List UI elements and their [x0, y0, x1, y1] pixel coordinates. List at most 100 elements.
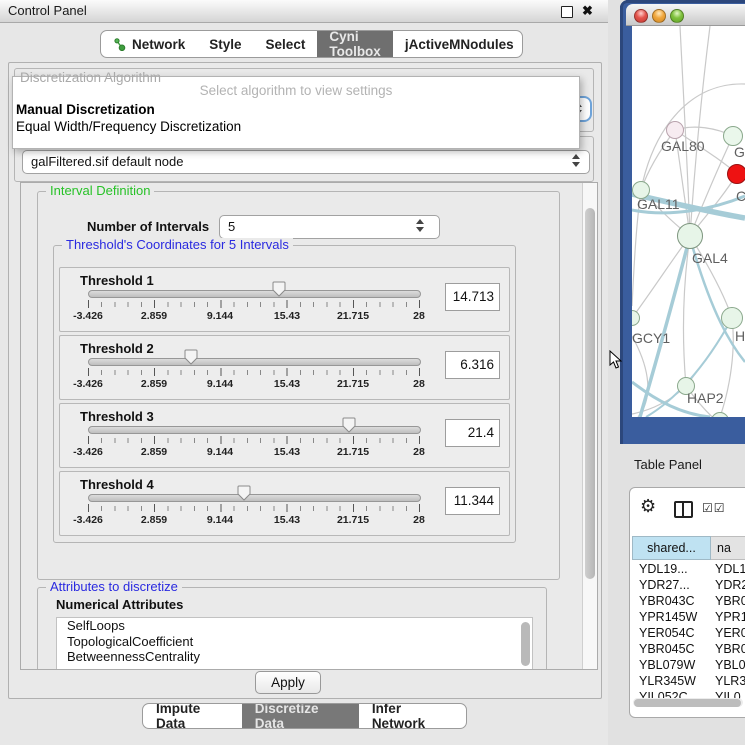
node-label-gcy1: GCY1: [632, 330, 670, 346]
checkbox-icons[interactable]: ☑☑: [702, 501, 726, 515]
tab-discretize-label: Discretize Data: [255, 703, 346, 729]
threshold-1-panel: Threshold 1 -3.426 2.859 9.144 15.43 21.…: [59, 267, 510, 332]
threshold-1-slider-track[interactable]: [88, 290, 421, 298]
tick-label: -3.426: [73, 310, 103, 322]
tick-label: 28: [413, 446, 425, 458]
number-of-intervals-combobox[interactable]: 5: [219, 215, 440, 239]
network-window-titlebar: [626, 4, 745, 26]
tab-style[interactable]: Style: [197, 31, 253, 57]
table-row[interactable]: YBR043CYBR0: [632, 593, 745, 609]
table-panel: ⚙ ☑☑ shared... na YDL19...YDL1 YDR27...Y…: [629, 487, 745, 718]
node-label-clipped: H: [735, 328, 745, 344]
network-edges: [632, 26, 745, 417]
table-row[interactable]: YLR345WYLR3: [632, 673, 745, 689]
tab-infer-network[interactable]: Infer Network: [359, 704, 466, 728]
close-traffic-light-icon[interactable]: [634, 9, 648, 23]
tick-label: 2.859: [141, 446, 167, 458]
cell: YBR0: [711, 593, 745, 609]
zoom-traffic-light-icon[interactable]: [670, 9, 684, 23]
list-item-selfloops[interactable]: SelfLoops: [57, 618, 532, 634]
threshold-3-panel: Threshold 3 -3.426 2.859 9.144 15.43 21.…: [59, 403, 510, 468]
threshold-3-slider-handle[interactable]: [342, 417, 356, 433]
table-row[interactable]: YDL19...YDL1: [632, 561, 745, 577]
table-row[interactable]: YPR145WYPR1: [632, 609, 745, 625]
dropdown-option-equal-width[interactable]: Equal Width/Frequency Discretization: [16, 119, 241, 134]
tick-label: -3.426: [73, 514, 103, 526]
threshold-4-slider-handle[interactable]: [237, 485, 251, 501]
threshold-4-value-field[interactable]: 11.344: [445, 487, 500, 515]
tab-cyni-toolbox[interactable]: Cyni Toolbox: [317, 31, 392, 57]
table-row[interactable]: YBR045CYBR0: [632, 641, 745, 657]
gear-icon[interactable]: ⚙: [640, 496, 656, 517]
tab-jactivemnodules[interactable]: jActiveMNodules: [393, 31, 523, 57]
network-canvas[interactable]: GAL80 GA C GAL11 GAL4 GCY1 H HAP2: [632, 26, 745, 417]
tick-label: 2.859: [141, 514, 167, 526]
cell: YPR145W: [632, 609, 711, 625]
cell: YER0: [711, 625, 745, 641]
panel-scrollbar-track[interactable]: [582, 183, 597, 669]
threshold-3-slider-track[interactable]: [88, 426, 421, 434]
header-cell-name[interactable]: na: [711, 536, 745, 560]
cell: YDR27...: [632, 577, 711, 593]
network-node-gal80[interactable]: [666, 121, 684, 139]
table-data-combobox[interactable]: galFiltered.sif default node: [22, 150, 590, 174]
panel-scrollbar-thumb[interactable]: [585, 208, 595, 579]
cell: YBR043C: [632, 593, 711, 609]
cell: YDL1: [711, 561, 745, 577]
tick-label: 15.43: [274, 446, 300, 458]
tick-label: 15.43: [274, 378, 300, 390]
tab-infer-label: Infer Network: [372, 703, 453, 729]
tab-select-label: Select: [266, 37, 306, 52]
network-node-selected-red[interactable]: [727, 164, 745, 184]
list-item-topologicalcoefficient[interactable]: TopologicalCoefficient: [57, 634, 532, 650]
network-node-gal4[interactable]: [677, 223, 703, 249]
tick-label: 28: [413, 310, 425, 322]
dropdown-option-manual[interactable]: Manual Discretization: [16, 102, 155, 117]
tab-network-label: Network: [132, 37, 185, 52]
table-row[interactable]: YDR27...YDR2: [632, 577, 745, 593]
network-edge: [632, 236, 690, 318]
table-header-row: shared... na: [632, 536, 745, 560]
table-horizontal-scrollbar[interactable]: [633, 698, 743, 707]
threshold-2-slider-track[interactable]: [88, 358, 421, 366]
numerical-attributes-list: SelfLoops TopologicalCoefficient Between…: [56, 617, 533, 670]
threshold-1-value-field[interactable]: 14.713: [445, 283, 500, 311]
threshold-1-slider-handle[interactable]: [272, 281, 286, 297]
minimize-traffic-light-icon[interactable]: [652, 9, 666, 23]
list-item-betweennesscentrality[interactable]: BetweennessCentrality: [57, 649, 532, 665]
slider-major-ticks: [88, 436, 421, 444]
cell: YBL0: [711, 657, 745, 673]
attributes-list-scrollbar[interactable]: [521, 622, 530, 666]
tab-select[interactable]: Select: [254, 31, 318, 57]
threshold-2-panel: Threshold 2 -3.426 2.859 9.144 15.43 21.…: [59, 335, 510, 400]
float-window-icon[interactable]: [561, 6, 573, 18]
tab-discretize-data[interactable]: Discretize Data: [242, 704, 359, 728]
network-node[interactable]: [721, 307, 743, 329]
cell: YLR3: [711, 673, 745, 689]
tick-label: 2.859: [141, 378, 167, 390]
tick-label: 2.859: [141, 310, 167, 322]
tick-label: 21.715: [337, 446, 369, 458]
algorithm-group-title: Discretization Algorithm: [20, 70, 161, 85]
threshold-2-slider-handle[interactable]: [184, 349, 198, 365]
close-icon[interactable]: ✖: [582, 3, 593, 19]
threshold-4-slider-track[interactable]: [88, 494, 421, 502]
tab-style-label: Style: [209, 37, 241, 52]
table-row[interactable]: YER054CYER0: [632, 625, 745, 641]
threshold-4-panel: Threshold 4 -3.426 2.859 9.144 15.43 21.…: [59, 471, 510, 536]
table-horizontal-scrollbar-thumb[interactable]: [634, 699, 741, 707]
tick-label: 21.715: [337, 514, 369, 526]
apply-button[interactable]: Apply: [255, 671, 321, 694]
header-cell-shared[interactable]: shared...: [632, 536, 711, 560]
tab-impute-data[interactable]: Impute Data: [143, 704, 242, 728]
network-node[interactable]: [723, 126, 743, 146]
dropdown-placeholder-item[interactable]: Select algorithm to view settings: [13, 83, 579, 98]
threshold-3-value-field[interactable]: 21.4: [445, 419, 500, 447]
number-of-intervals-label: Number of Intervals: [87, 219, 209, 234]
table-row[interactable]: YBL079WYBL0: [632, 657, 745, 673]
tab-cyni-label: Cyni Toolbox: [329, 30, 380, 58]
tab-network[interactable]: Network: [101, 31, 197, 57]
threshold-2-value-field[interactable]: 6.316: [445, 351, 500, 379]
slider-major-ticks: [88, 368, 421, 376]
column-layout-icon[interactable]: [674, 501, 693, 518]
